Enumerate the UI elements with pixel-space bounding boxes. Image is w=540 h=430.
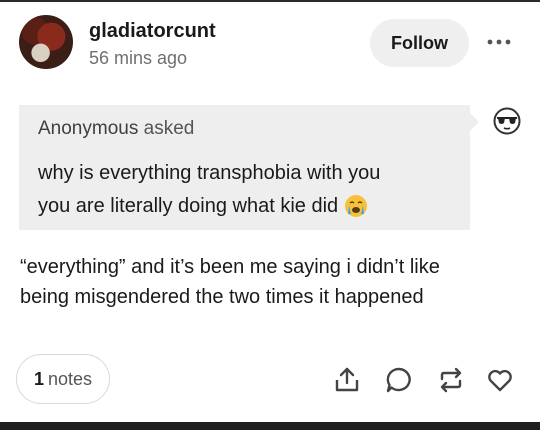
bottom-bar (0, 422, 540, 430)
answer-line-2: being misgendered the two times it happe… (20, 286, 424, 308)
follow-button[interactable]: Follow (370, 19, 469, 67)
asker-name: Anonymous (38, 118, 139, 139)
question-line-2: you are literally doing what kie did (38, 194, 368, 218)
asker-line: Anonymous asked (38, 118, 194, 140)
notes-count: 1 (33, 368, 44, 389)
question-line-2-text: you are literally doing what kie did (38, 194, 339, 217)
asked-label: asked (143, 118, 195, 139)
username[interactable]: gladiatorcunt (89, 20, 216, 43)
notes-button[interactable]: 1 notes (16, 354, 110, 404)
crying-emoji-icon (345, 195, 368, 217)
like-icon[interactable] (486, 366, 514, 394)
reblog-icon[interactable] (437, 366, 465, 394)
ask-tail (469, 112, 479, 132)
share-icon[interactable] (333, 366, 361, 394)
question-line-1: why is everything transphobia with you (38, 162, 381, 184)
answer-line-1: “everything” and it’s been me saying i d… (20, 256, 440, 278)
answer-text: “everything” and it’s been me saying i d… (20, 252, 520, 312)
reply-icon[interactable] (385, 366, 413, 394)
more-icon[interactable] (486, 36, 512, 48)
top-border (0, 0, 540, 2)
post-time: 56 mins ago (89, 48, 188, 68)
sunglasses-avatar-icon (492, 106, 522, 136)
notes-label: notes (47, 368, 93, 389)
avatar[interactable] (19, 15, 73, 69)
